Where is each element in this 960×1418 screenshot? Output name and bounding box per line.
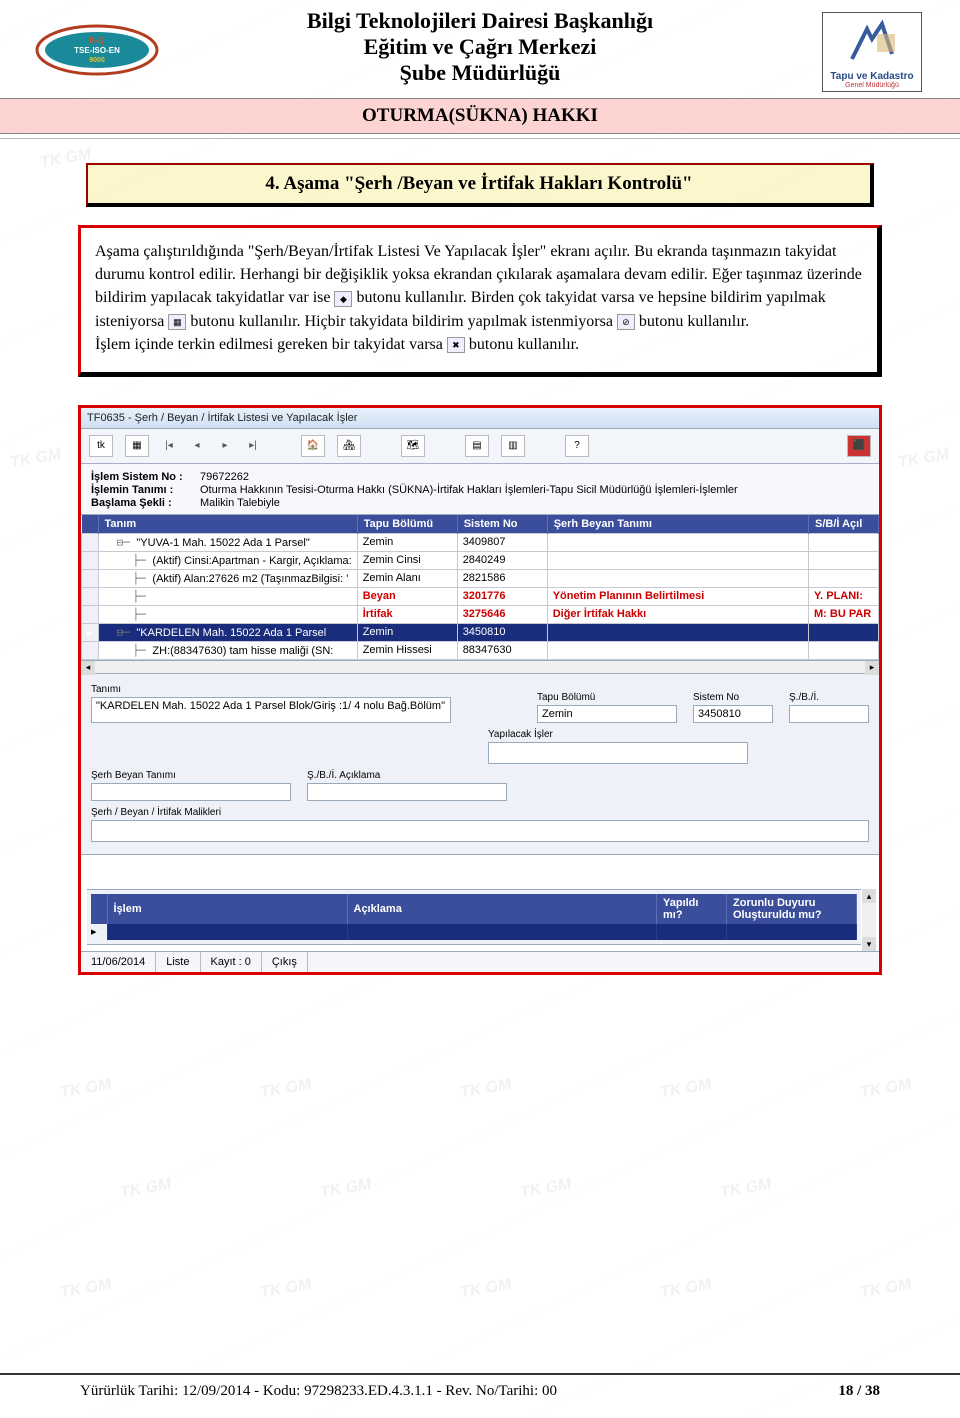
status-kayit: Kayıt : 0 — [201, 952, 262, 972]
app-window: TF0635 - Şerh / Beyan / İrtifak Listesi … — [78, 405, 882, 975]
nav-prev-button[interactable]: ◂ — [189, 438, 205, 454]
subgrid-wrap: İşlem Açıklama Yapıldı mı? Zorunlu Duyur… — [87, 889, 861, 945]
desc-text: butonu kullanılır. — [469, 336, 579, 353]
tanimi-label: Tanımı — [91, 684, 521, 695]
grid-row[interactable]: ├─ (Aktif) Alan:27626 m2 (TaşınmazBilgis… — [82, 569, 879, 587]
grid-row[interactable]: ├─ ZH:(88347630) tam hisse maliği (SN:Ze… — [82, 641, 879, 659]
tapu-bolumu-label: Tapu Bölümü — [537, 692, 677, 703]
vertical-scrollbar[interactable]: ▴ ▾ — [862, 889, 876, 951]
detail-pane: Tanımı "KARDELEN Mah. 15022 Ada 1 Parsel… — [81, 674, 879, 855]
scroll-down-icon[interactable]: ▾ — [862, 937, 876, 951]
serh-beyan-field[interactable] — [91, 783, 291, 801]
delete-icon: ✖ — [447, 337, 465, 353]
tool-btn-3[interactable]: 🗺 — [401, 435, 425, 457]
detail-sistem-no-label: Sistem No — [693, 692, 773, 703]
tool-btn-2[interactable]: 🏘 — [337, 435, 361, 457]
calendar-button[interactable]: ▦ — [125, 435, 149, 457]
grid-header-row: Tanım Tapu Bölümü Sistem No Şerh Beyan T… — [82, 515, 879, 534]
islem-tanim-value: Oturma Hakkının Tesisi-Oturma Hakkı (SÜK… — [200, 484, 738, 496]
window-title-bar: TF0635 - Şerh / Beyan / İrtifak Listesi … — [81, 408, 879, 429]
sistem-no-value: 79672262 — [200, 471, 249, 483]
tanimi-field[interactable]: "KARDELEN Mah. 15022 Ada 1 Parsel Blok/G… — [91, 697, 451, 723]
yapilacak-field[interactable] — [488, 742, 748, 764]
notify-single-icon: ◆ — [334, 291, 352, 307]
sub-col-islem[interactable]: İşlem — [107, 894, 347, 924]
notify-none-icon: ⊘ — [617, 314, 635, 330]
grid-row[interactable]: ├─ İrtifak3275646Diğer İrtifak HakkıM: B… — [82, 605, 879, 623]
grid-row[interactable]: ⊟─ "YUVA-1 Mah. 15022 Ada 1 Parsel"Zemin… — [82, 533, 879, 551]
scroll-up-icon[interactable]: ▴ — [862, 889, 876, 903]
iso-badge-left: K-Q TSE-ISO-EN 9000 — [30, 20, 165, 80]
islem-tanim-label: İşlemin Tanımı : — [91, 484, 196, 496]
tk-badge-title: Tapu ve Kadastro — [827, 71, 917, 82]
rule — [0, 138, 960, 139]
desc-text: İşlem içinde terkin edilmesi gereken bir… — [95, 336, 447, 353]
horizontal-scrollbar[interactable]: ◂ ▸ — [81, 660, 879, 674]
svg-text:9000: 9000 — [89, 57, 105, 64]
col-serh[interactable]: Şerh Beyan Tanımı — [547, 515, 808, 534]
tk-badge-sub: Genel Müdürlüğü — [827, 82, 917, 89]
desc-text: butonu kullanılır. — [639, 313, 749, 330]
tool-btn-5[interactable]: ▥ — [501, 435, 525, 457]
grid-row[interactable]: ├─ Beyan3201776Yönetim Planının Belirtil… — [82, 587, 879, 605]
sub-col-yapildi[interactable]: Yapıldı mı? — [657, 894, 727, 924]
aciklama-label: Ş./B./İ. Açıklama — [307, 770, 507, 781]
sub-row-selected[interactable]: ▸ — [91, 924, 857, 940]
sbi-label: Ş./B./İ. — [789, 692, 869, 703]
grid-row[interactable]: ├─ (Aktif) Cinsi:Apartman - Kargir, Açık… — [82, 551, 879, 569]
stage-title-box: 4. Aşama "Şerh /Beyan ve İrtifak Hakları… — [86, 163, 874, 207]
sub-grid[interactable]: İşlem Açıklama Yapıldı mı? Zorunlu Duyur… — [91, 894, 857, 940]
sub-col-zorunlu[interactable]: Zorunlu Duyuru Oluşturuldu mu? — [727, 894, 857, 924]
status-mode: Liste — [156, 952, 200, 972]
process-info: İşlem Sistem No : 79672262 İşlemin Tanım… — [81, 464, 879, 515]
malikleri-label: Şerh / Beyan / İrtifak Malikleri — [91, 807, 869, 818]
col-sbi[interactable]: S/B/İ Açıl — [809, 515, 879, 534]
footer-left: Yürürlük Tarihi: 12/09/2014 - Kodu: 9729… — [80, 1383, 557, 1400]
nav-last-button[interactable]: ▸| — [245, 438, 261, 454]
baslama-label: Başlama Şekli : — [91, 497, 196, 509]
exit-button[interactable]: ⬛ — [847, 435, 871, 457]
sbi-field[interactable] — [789, 705, 869, 723]
svg-text:TSE-ISO-EN: TSE-ISO-EN — [74, 46, 120, 55]
col-sistem[interactable]: Sistem No — [457, 515, 547, 534]
nav-next-button[interactable]: ▸ — [217, 438, 233, 454]
tool-btn-4[interactable]: ▤ — [465, 435, 489, 457]
scroll-right-icon[interactable]: ▸ — [865, 661, 879, 675]
detail-sistem-no-field[interactable]: 3450810 — [693, 705, 773, 723]
status-date: 11/06/2014 — [81, 952, 156, 972]
section-title-bar: OTURMA(SÜKNA) HAKKI — [0, 98, 960, 134]
status-bar: 11/06/2014 Liste Kayıt : 0 Çıkış — [81, 951, 879, 972]
yapilacak-label: Yapılacak İşler — [488, 729, 869, 740]
tool-btn-1[interactable]: 🏠 — [301, 435, 325, 457]
malikleri-field[interactable] — [91, 820, 869, 842]
aciklama-field[interactable] — [307, 783, 507, 801]
toolbar: tk ▦ |◂ ◂ ▸ ▸| 🏠 🏘 🗺 ▤ ▥ ? ⬛ — [81, 429, 879, 464]
main-grid[interactable]: Tanım Tapu Bölümü Sistem No Şerh Beyan T… — [81, 515, 879, 660]
notify-all-icon: ▦ — [168, 314, 186, 330]
footer-page: 18 / 38 — [838, 1383, 880, 1400]
grid-row[interactable]: ▸⊟─ "KARDELEN Mah. 15022 Ada 1 ParselZem… — [82, 623, 879, 641]
desc-text: butonu kullanılır. Hiçbir takyidata bild… — [190, 313, 617, 330]
tapu-bolumu-field[interactable]: Zemin — [537, 705, 677, 723]
col-bolum[interactable]: Tapu Bölümü — [357, 515, 457, 534]
baslama-value: Malikin Talebiyle — [200, 497, 280, 509]
description-box: Aşama çalıştırıldığında "Şerh/Beyan/İrti… — [78, 225, 882, 377]
sub-col-aciklama[interactable]: Açıklama — [347, 894, 657, 924]
col-tanim[interactable]: Tanım — [98, 515, 357, 534]
tk-badge-right: Tapu ve Kadastro Genel Müdürlüğü — [822, 12, 922, 92]
scroll-left-icon[interactable]: ◂ — [81, 661, 95, 675]
help-button[interactable]: ? — [565, 435, 589, 457]
doc-header: K-Q TSE-ISO-EN 9000 Tapu ve Kadastro Gen… — [0, 0, 960, 90]
nav-first-button[interactable]: |◂ — [161, 438, 177, 454]
svg-text:K-Q: K-Q — [90, 36, 105, 45]
page-footer: Yürürlük Tarihi: 12/09/2014 - Kodu: 9729… — [0, 1373, 960, 1400]
logo-button[interactable]: tk — [89, 435, 113, 457]
serh-beyan-label: Şerh Beyan Tanımı — [91, 770, 291, 781]
sistem-no-label: İşlem Sistem No : — [91, 471, 196, 483]
exit-link[interactable]: Çıkış — [262, 952, 308, 972]
